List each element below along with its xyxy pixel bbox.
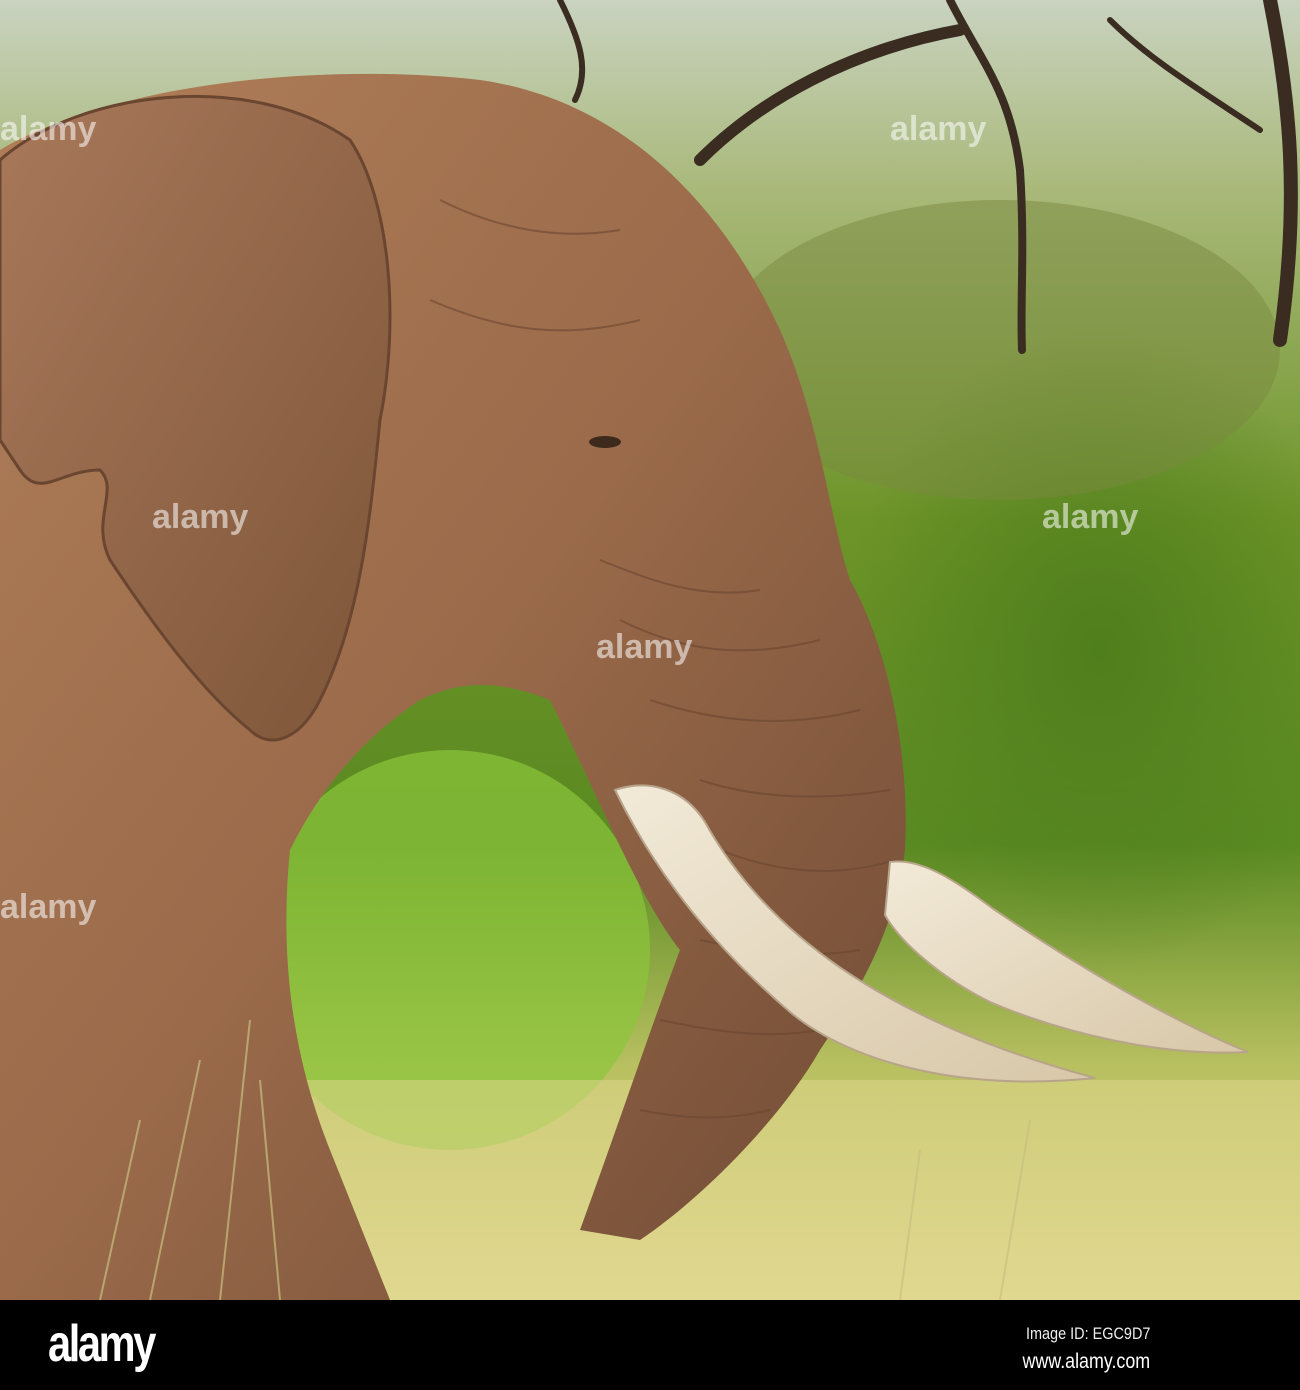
svg-text:alamy: alamy [890,110,986,148]
image-id: Image ID: EGC9D7 [1025,1324,1150,1343]
svg-text:alamy: alamy [596,628,692,666]
svg-text:alamy: alamy [0,110,96,148]
website-link: www.alamy.com [1022,1350,1150,1373]
svg-text:alamy: alamy [152,498,248,536]
svg-text:alamy: alamy [0,888,96,926]
svg-text:alamy: alamy [1042,498,1138,536]
elephant-photo: alamy alamy alamy alamy alamy alamy [0,0,1300,1300]
footer-bar: alamy Image ID: EGC9D7 www.alamy.com [0,1300,1300,1390]
elephant-eye [589,436,621,448]
alamy-logo: alamy [48,1315,156,1373]
